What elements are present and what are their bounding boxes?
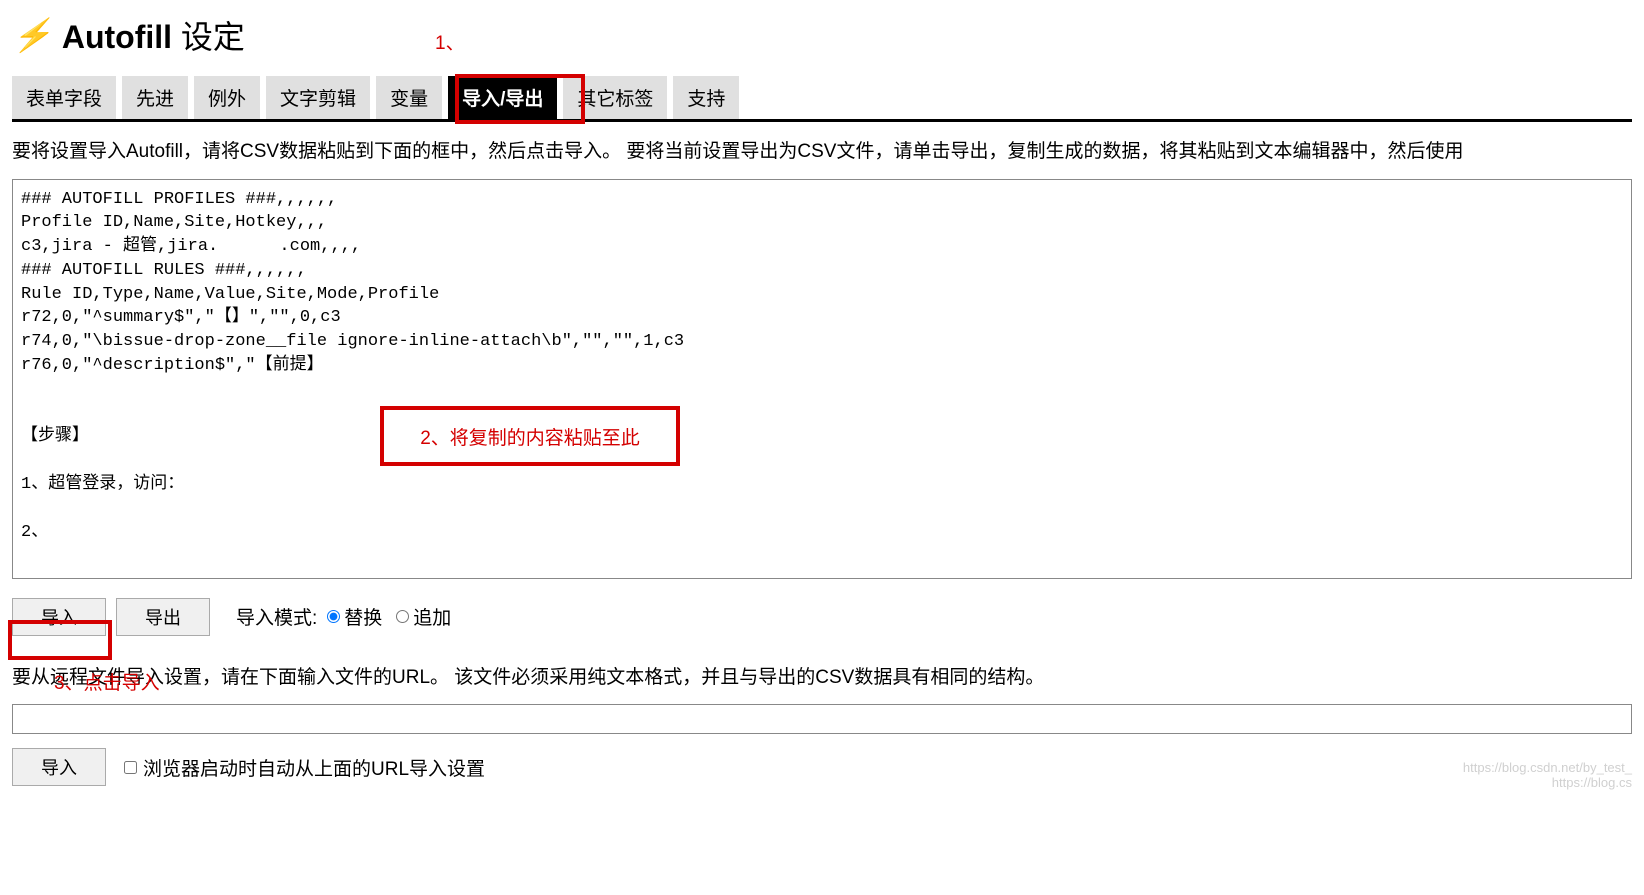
radio-replace-text: 替换 <box>344 603 382 630</box>
import-url-button[interactable]: 导入 <box>12 748 106 786</box>
page-title-bold: Autofill <box>62 19 172 55</box>
page-title-rest: 设定 <box>172 19 245 55</box>
tab-import-export[interactable]: 导入/导出 <box>448 76 557 119</box>
import-button[interactable]: 导入 <box>12 598 106 636</box>
radio-append-label[interactable]: 追加 <box>396 603 451 630</box>
radio-append[interactable] <box>396 610 409 623</box>
tab-text-clips[interactable]: 文字剪辑 <box>266 76 370 119</box>
bottom-row: 导入 浏览器启动时自动从上面的URL导入设置 <box>12 748 1632 786</box>
export-button[interactable]: 导出 <box>116 598 210 636</box>
tab-form-fields[interactable]: 表单字段 <box>12 76 116 119</box>
tab-variables[interactable]: 变量 <box>376 76 442 119</box>
import-export-row: 导入 导出 导入模式: 替换 追加 <box>12 598 1632 636</box>
radio-replace[interactable] <box>327 610 340 623</box>
radio-append-text: 追加 <box>413 603 451 630</box>
tab-exceptions[interactable]: 例外 <box>194 76 260 119</box>
tab-support[interactable]: 支持 <box>673 76 739 119</box>
import-mode-radio-group: 替换 追加 <box>327 603 461 630</box>
tab-bar: 表单字段 先进 例外 文字剪辑 变量 导入/导出 其它标签 支持 <box>12 76 1632 122</box>
import-mode-label: 导入模式: <box>236 603 317 630</box>
instructions-url: 要从远程文件导入设置，请在下面输入文件的URL。 该文件必须采用纯文本格式，并且… <box>12 664 1632 693</box>
auto-import-checkbox[interactable] <box>124 761 137 774</box>
tab-other-tabs[interactable]: 其它标签 <box>563 76 667 119</box>
page-header: ⚡ Autofill 设定 <box>12 12 1632 58</box>
tab-advanced[interactable]: 先进 <box>122 76 188 119</box>
csv-textarea[interactable] <box>12 179 1632 579</box>
radio-replace-label[interactable]: 替换 <box>327 603 382 630</box>
auto-import-label: 浏览器启动时自动从上面的URL导入设置 <box>143 754 485 781</box>
page-title: Autofill 设定 <box>62 12 245 58</box>
url-input[interactable] <box>12 704 1632 734</box>
auto-import-checkbox-group[interactable]: 浏览器启动时自动从上面的URL导入设置 <box>124 754 485 781</box>
instructions-top: 要将设置导入Autofill，请将CSV数据粘贴到下面的框中，然后点击导入。 要… <box>12 138 1632 167</box>
lightning-icon: ⚡ <box>12 19 52 51</box>
